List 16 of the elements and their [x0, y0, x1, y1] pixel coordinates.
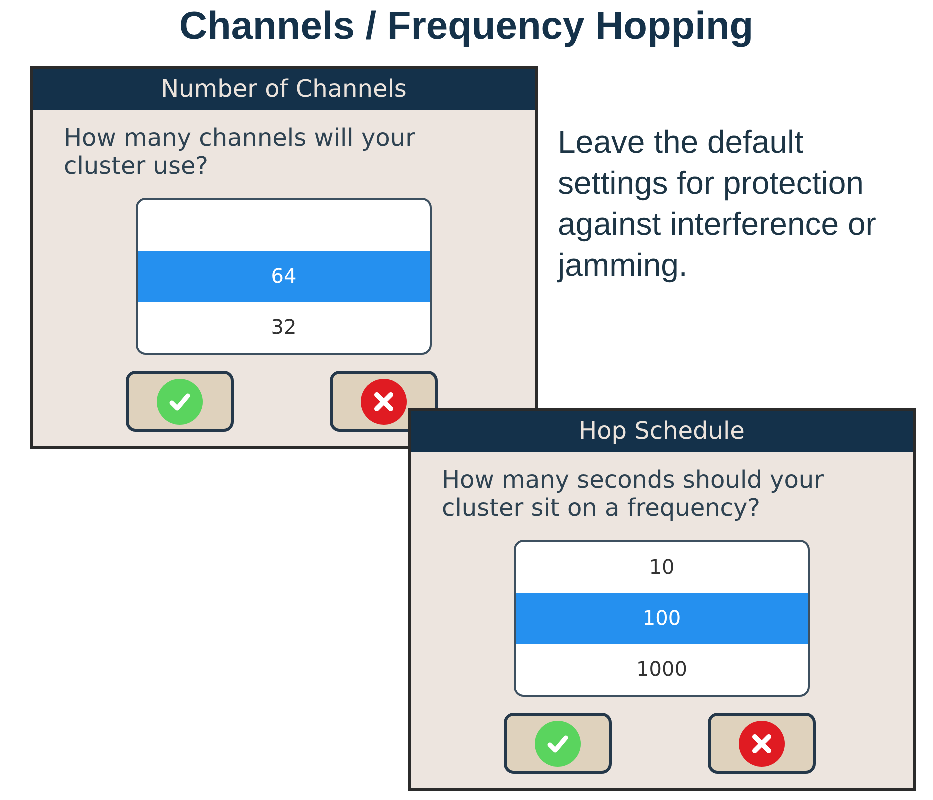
close-icon [361, 378, 407, 424]
picker-option[interactable]: 10 [516, 542, 808, 593]
picker-option[interactable]: 32 [138, 302, 430, 353]
dialog-title: Hop Schedule [411, 411, 913, 452]
picker-option[interactable]: 1000 [516, 644, 808, 695]
dialog-question: How many channels will your cluster use? [64, 124, 416, 180]
dialog-question: How many seconds should your cluster sit on a frequency? [442, 466, 825, 522]
page-heading: Channels / Frequency Hopping [178, 4, 755, 50]
check-icon [535, 720, 581, 766]
check-icon [157, 378, 203, 424]
instruction-text: Leave the default settings for protection against interference or jamming. [558, 123, 878, 285]
cancel-button[interactable] [708, 713, 816, 774]
confirm-button[interactable] [504, 713, 612, 774]
close-icon [739, 720, 785, 766]
dialog-title: Number of Channels [33, 69, 535, 110]
confirm-button[interactable] [126, 371, 234, 432]
